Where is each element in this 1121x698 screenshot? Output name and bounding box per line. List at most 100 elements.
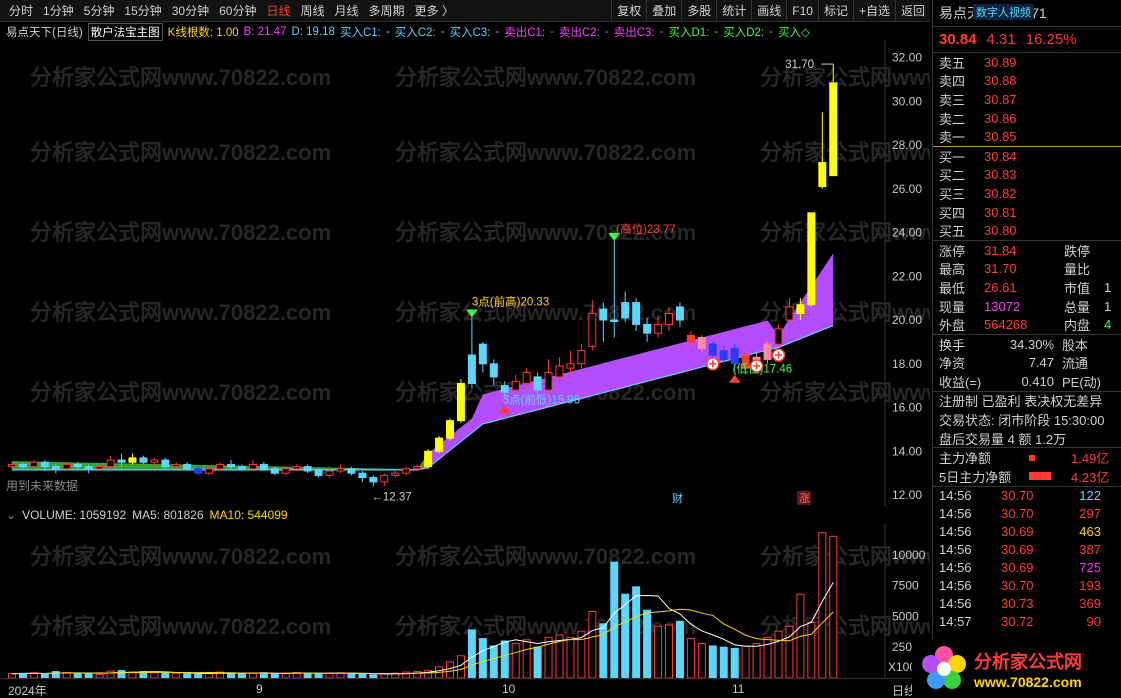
candle[interactable] bbox=[632, 298, 641, 331]
trade-price: 30.70 bbox=[1001, 578, 1034, 594]
candle[interactable] bbox=[303, 464, 312, 474]
candle[interactable] bbox=[807, 212, 816, 307]
tab-15min[interactable]: 15分钟 bbox=[119, 2, 166, 19]
price-tick-label: 18.00 bbox=[892, 357, 922, 371]
tab-30min[interactable]: 30分钟 bbox=[167, 2, 214, 19]
volume-bar[interactable] bbox=[632, 586, 641, 678]
volume-bar[interactable] bbox=[456, 655, 465, 678]
candle[interactable] bbox=[763, 341, 772, 364]
stat-row: 收益(=) 0.410 PE(动) bbox=[933, 372, 1121, 391]
candle[interactable] bbox=[446, 418, 454, 441]
candlestick-chart[interactable]: 分析家公式网www.70822.com 分析家公式网www.70822.com 分析… bbox=[0, 40, 930, 506]
mark-button[interactable]: 标记 bbox=[817, 0, 853, 22]
candle[interactable] bbox=[139, 455, 148, 465]
volume-bar[interactable] bbox=[654, 625, 663, 678]
volume-bar[interactable] bbox=[829, 535, 838, 678]
volume-bar[interactable] bbox=[686, 638, 695, 678]
after-hours-volume: 盘后交易量 4 额 1.2万 bbox=[939, 431, 1067, 447]
candle[interactable] bbox=[621, 291, 630, 323]
ask-label: 卖二 bbox=[939, 111, 966, 127]
volume-bar[interactable] bbox=[533, 646, 542, 678]
overlay-button[interactable]: 叠加 bbox=[646, 0, 681, 22]
back-button[interactable]: 返回 bbox=[894, 0, 930, 22]
candle[interactable] bbox=[435, 435, 444, 454]
statistics-button[interactable]: 统计 bbox=[716, 0, 751, 22]
volume-chart[interactable]: 分析家公式网www.70822.com 分析家公式网www.70822.com 分析… bbox=[0, 524, 930, 678]
volume-bar[interactable] bbox=[566, 636, 575, 678]
candle[interactable] bbox=[369, 475, 378, 487]
volume-bar[interactable] bbox=[599, 623, 608, 678]
candle[interactable] bbox=[128, 453, 137, 465]
volume-bar[interactable] bbox=[643, 609, 652, 678]
candle[interactable] bbox=[336, 464, 345, 474]
candle[interactable] bbox=[106, 455, 115, 469]
volume-bar[interactable] bbox=[774, 630, 783, 678]
volume-collapse-icon[interactable]: ⌄ bbox=[6, 508, 16, 522]
tab-1min[interactable]: 1分钟 bbox=[38, 2, 79, 19]
stat-value: 31.70 bbox=[984, 261, 1017, 277]
volume-bar[interactable] bbox=[106, 670, 115, 678]
tab-60min[interactable]: 60分钟 bbox=[214, 2, 261, 19]
volume-bar[interactable] bbox=[588, 610, 597, 678]
concept-tag[interactable]: 数字人视频 bbox=[973, 4, 1034, 20]
volume-bar[interactable] bbox=[665, 624, 673, 678]
volume-bar[interactable] bbox=[697, 643, 706, 678]
volume-bar[interactable] bbox=[467, 629, 476, 678]
stat-value: 13072 bbox=[984, 298, 1021, 314]
candle[interactable] bbox=[380, 473, 389, 487]
candle[interactable] bbox=[544, 359, 553, 393]
volume-bar[interactable] bbox=[675, 620, 684, 678]
volume-bar[interactable] bbox=[489, 645, 498, 678]
candle[interactable] bbox=[456, 379, 465, 423]
volume-bar[interactable] bbox=[511, 643, 520, 678]
restore-rights-button[interactable]: 复权 bbox=[611, 0, 646, 22]
stat-row: 涨停 31.84 跌停 bbox=[933, 241, 1121, 260]
tab-weekly[interactable]: 周线 bbox=[295, 2, 329, 19]
candle[interactable] bbox=[391, 470, 400, 478]
volume-bar[interactable] bbox=[752, 643, 761, 678]
buy-plus-icon[interactable] bbox=[706, 357, 720, 371]
bid-book: 买一 30.84 买二 30.83 买三 30.82 买四 30.81 买五 30.80 bbox=[933, 145, 1121, 240]
sell-c2: 卖出C2: bbox=[558, 27, 600, 39]
volume-bar[interactable] bbox=[807, 622, 816, 678]
bid-price: 30.82 bbox=[984, 185, 1017, 201]
multi-stock-button[interactable]: 多股 bbox=[681, 0, 716, 22]
buy-plus-icon[interactable] bbox=[749, 359, 764, 373]
volume-bar[interactable] bbox=[500, 640, 509, 678]
add-watchlist-button[interactable]: +自选 bbox=[852, 0, 895, 22]
candle[interactable] bbox=[774, 324, 783, 347]
tab-daily[interactable]: 日线 bbox=[261, 2, 295, 19]
price-tick-label: 26.00 bbox=[892, 182, 922, 196]
volume-bar[interactable] bbox=[708, 645, 717, 678]
formula-name[interactable]: 散户法宝主图 bbox=[87, 23, 163, 41]
stat-value: 1 bbox=[1104, 279, 1112, 295]
candle[interactable] bbox=[358, 470, 367, 482]
draw-line-button[interactable]: 画线 bbox=[751, 0, 786, 22]
f10-button[interactable]: F10 bbox=[786, 0, 818, 22]
candle[interactable] bbox=[402, 466, 411, 476]
volume-bar[interactable] bbox=[478, 638, 487, 678]
volume-bar[interactable] bbox=[730, 647, 739, 678]
volume-bar[interactable] bbox=[719, 646, 728, 678]
candle[interactable] bbox=[424, 449, 433, 469]
trade-qty: 297 bbox=[1079, 506, 1101, 522]
stat-label: 股本 bbox=[1062, 337, 1089, 353]
buy-plus-icon[interactable] bbox=[771, 348, 786, 362]
tab-timeshare[interactable]: 分时 bbox=[4, 2, 38, 19]
volume-bar[interactable] bbox=[522, 639, 531, 678]
candle[interactable] bbox=[577, 344, 586, 369]
ask-row: 卖三 30.87 bbox=[933, 90, 1121, 109]
candle[interactable] bbox=[478, 341, 487, 373]
volume-bar[interactable] bbox=[446, 661, 454, 678]
tab-more[interactable]: 更多 〉 bbox=[410, 2, 459, 19]
stat-label: 流通 bbox=[1062, 356, 1089, 372]
volume-bar[interactable] bbox=[741, 645, 750, 678]
tab-monthly[interactable]: 月线 bbox=[330, 2, 364, 19]
volume-bar[interactable] bbox=[610, 561, 619, 678]
tab-5min[interactable]: 5分钟 bbox=[79, 2, 120, 19]
watermark-text: 分析家公式网www.70822.com bbox=[30, 380, 331, 405]
volume-bar[interactable] bbox=[117, 670, 126, 678]
trade-time: 14:57 bbox=[939, 614, 972, 630]
trade-time: 14:56 bbox=[939, 596, 972, 612]
tab-multi-period[interactable]: 多周期 bbox=[364, 2, 410, 19]
